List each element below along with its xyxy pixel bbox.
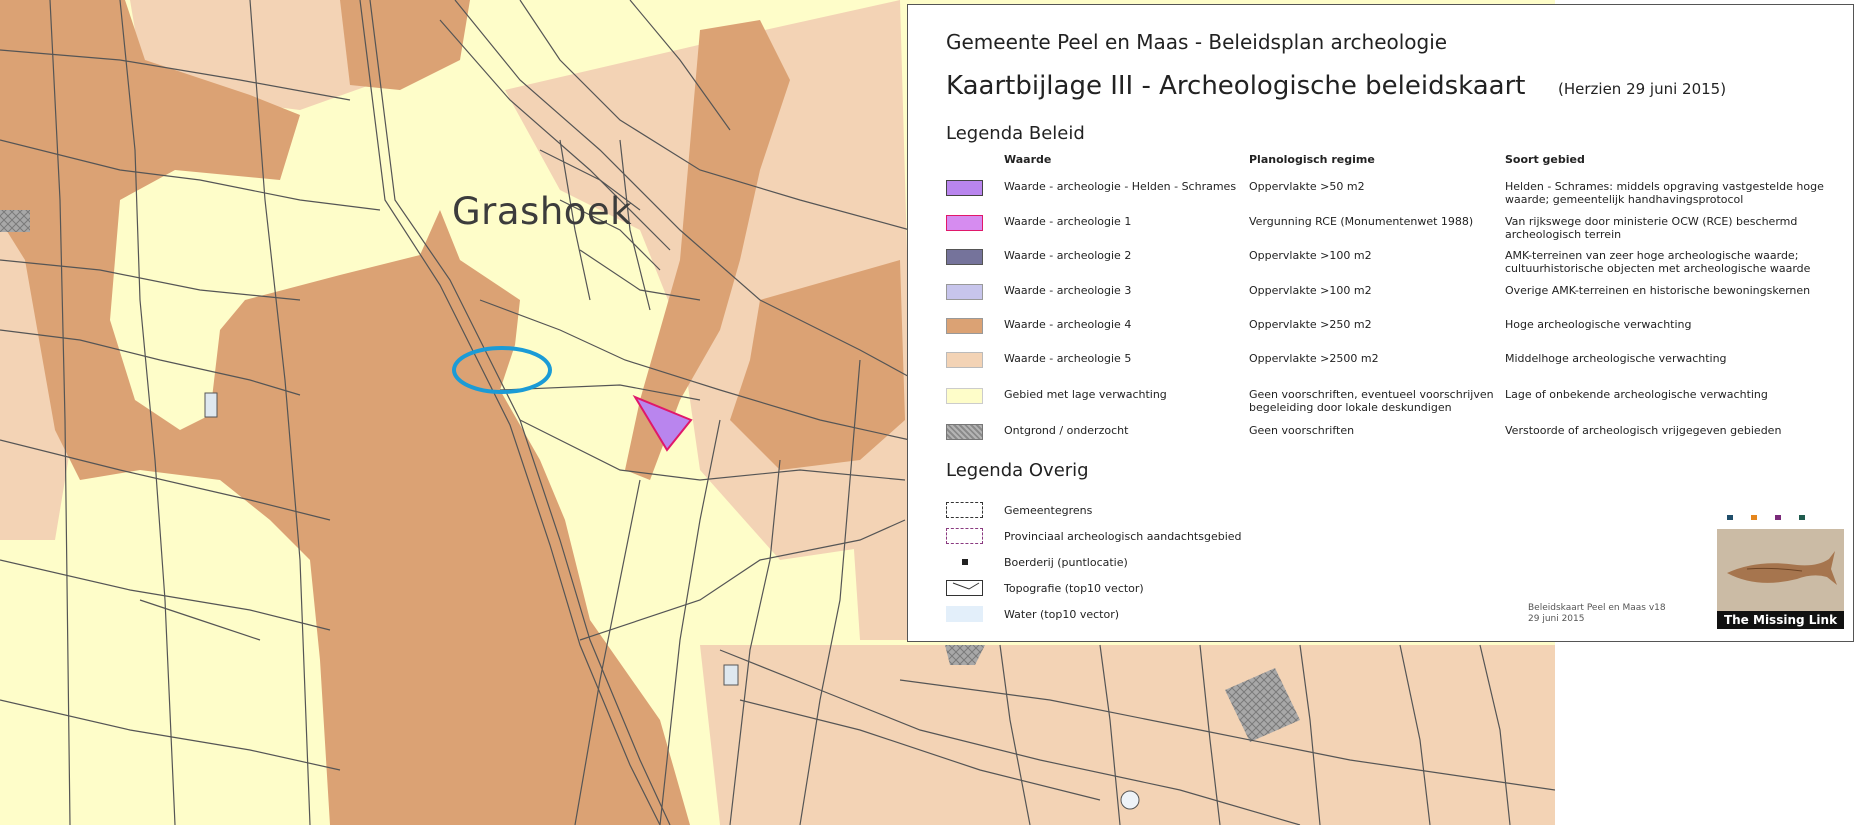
legend-cell-waarde: Waarde - archeologie 2	[1004, 249, 1132, 262]
legend-cell-regime: Oppervlakte >2500 m2	[1249, 352, 1379, 365]
legend-overig-row: Topografie (top10 vector)	[908, 580, 1308, 600]
legend-row: Waarde - archeologie 4 Oppervlakte >250 m…	[908, 318, 1853, 348]
legend-swatch	[946, 249, 983, 265]
legend-cell-soort: Verstoorde of archeologisch vrijgegeven …	[1505, 424, 1782, 437]
place-name-label: Grashoek	[452, 190, 633, 233]
water-feature	[204, 392, 218, 418]
legend-overig-row: Provinciaal archeologisch aandachtsgebie…	[908, 528, 1308, 548]
water-feature	[1120, 790, 1140, 810]
legend-swatch	[946, 215, 983, 231]
legend-cell-regime: Geen voorschriften	[1249, 424, 1355, 437]
logo-dot	[1727, 515, 1733, 520]
legend-swatch	[946, 352, 983, 368]
legend-row: Waarde - archeologie 5 Oppervlakte >2500 …	[908, 352, 1853, 382]
legend-overig-row: Gemeentegrens	[908, 502, 1308, 522]
legend-overig-label: Gemeentegrens	[1004, 504, 1093, 517]
legend-row: Waarde - archeologie 2 Oppervlakte >100 m…	[908, 249, 1853, 279]
legend-cell-soort: Helden - Schrames: middels opgraving vas…	[1505, 180, 1824, 206]
fossil-fish-image: The Missing Link	[1717, 529, 1844, 629]
legend-swatch	[946, 388, 983, 404]
legend-swatch	[946, 180, 983, 196]
column-header-regime: Planologisch regime	[1249, 153, 1375, 166]
legend-overig-swatch	[946, 528, 983, 544]
legend-overig-heading: Legenda Overig	[946, 460, 1089, 481]
legend-cell-waarde: Waarde - archeologie 4	[1004, 318, 1132, 331]
legend-overig-label: Water (top10 vector)	[1004, 608, 1120, 621]
legend-overig-swatch	[946, 554, 983, 570]
water-feature	[723, 664, 739, 686]
legend-cell-soort: Hoge archeologische verwachting	[1505, 318, 1692, 331]
legend-overig-row: Boerderij (puntlocatie)	[908, 554, 1308, 574]
zone-investigated-1	[0, 210, 30, 232]
legend-cell-soort: AMK-terreinen van zeer hoge archeologisc…	[1505, 249, 1811, 275]
legend-cell-waarde: Waarde - archeologie 3	[1004, 284, 1132, 297]
legend-overig-label: Boerderij (puntlocatie)	[1004, 556, 1128, 569]
legend-cell-regime: Oppervlakte >100 m2	[1249, 284, 1372, 297]
logo-label: The Missing Link	[1717, 611, 1844, 629]
legend-cell-soort: Middelhoge archeologische verwachting	[1505, 352, 1727, 365]
legend-cell-waarde: Waarde - archeologie - Helden - Schrames	[1004, 180, 1237, 193]
legend-cell-soort: Overige AMK-terreinen en historische bew…	[1505, 284, 1811, 297]
column-header-soort: Soort gebied	[1505, 153, 1585, 166]
legend-cell-waarde: Waarde - archeologie 5	[1004, 352, 1132, 365]
legend-cell-waarde: Gebied met lage verwachting	[1004, 388, 1167, 401]
legend-swatch	[946, 284, 983, 300]
footer-date: 29 juni 2015	[1528, 614, 1585, 624]
legend-row: Gebied met lage verwachting Geen voorschr…	[908, 388, 1853, 418]
legend-title-map: Kaartbijlage III - Archeologische beleid…	[946, 71, 1526, 101]
legend-overig-label: Provinciaal archeologisch aandachtsgebie…	[1004, 530, 1242, 543]
footer-version: Beleidskaart Peel en Maas v18	[1528, 603, 1666, 613]
legend-row: Waarde - archeologie 1 Vergunning RCE (Mo…	[908, 215, 1853, 245]
legend-cell-regime: Vergunning RCE (Monumentenwet 1988)	[1249, 215, 1474, 228]
legend-revised-date: (Herzien 29 juni 2015)	[1558, 80, 1727, 98]
legend-overig-swatch	[946, 606, 983, 622]
legend-panel: Gemeente Peel en Maas - Beleidsplan arch…	[907, 4, 1854, 642]
legend-cell-regime: Oppervlakte >250 m2	[1249, 318, 1372, 331]
logo-dots	[1727, 515, 1827, 521]
fossil-fish-icon	[1717, 529, 1844, 611]
legend-row: Waarde - archeologie - Helden - Schrames…	[908, 180, 1853, 210]
legend-beleid-heading: Legenda Beleid	[946, 123, 1085, 144]
missing-link-logo: The Missing Link	[1717, 515, 1844, 631]
legend-overig-swatch	[946, 502, 983, 518]
legend-cell-soort: Van rijkswege door ministerie OCW (RCE) …	[1505, 215, 1798, 241]
legend-cell-regime: Oppervlakte >100 m2	[1249, 249, 1372, 262]
logo-dot	[1775, 515, 1781, 520]
legend-cell-soort: Lage of onbekende archeologische verwach…	[1505, 388, 1768, 401]
logo-dot	[1799, 515, 1805, 520]
legend-overig-swatch	[946, 580, 983, 596]
legend-cell-waarde: Waarde - archeologie 1	[1004, 215, 1132, 228]
legend-cell-regime: Geen voorschriften, eventueel voorschrij…	[1249, 388, 1494, 414]
legend-cell-waarde: Ontgrond / onderzocht	[1004, 424, 1129, 437]
logo-dot	[1751, 515, 1757, 520]
legend-title-municipality: Gemeente Peel en Maas - Beleidsplan arch…	[946, 30, 1448, 54]
legend-overig-label: Topografie (top10 vector)	[1004, 582, 1144, 595]
legend-swatch	[946, 318, 983, 334]
legend-swatch	[946, 424, 983, 440]
legend-cell-regime: Oppervlakte >50 m2	[1249, 180, 1365, 193]
column-header-waarde: Waarde	[1004, 153, 1052, 166]
legend-overig-row: Water (top10 vector)	[908, 606, 1308, 626]
legend-row: Waarde - archeologie 3 Oppervlakte >100 m…	[908, 284, 1853, 314]
legend-row: Ontgrond / onderzocht Geen voorschriften V…	[908, 424, 1853, 454]
legend-footer: Beleidskaart Peel en Maas v18 29 juni 20…	[1528, 603, 1666, 625]
